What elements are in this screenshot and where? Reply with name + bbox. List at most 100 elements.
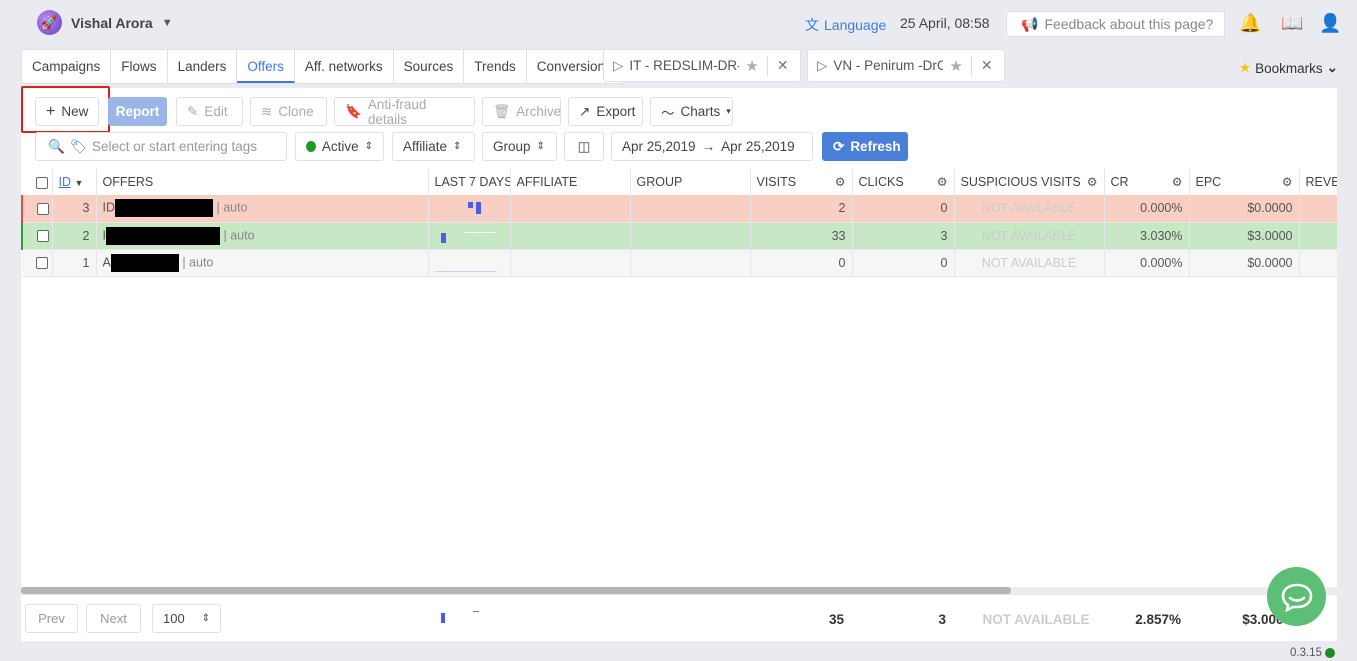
top-bar: 🚀 Vishal Arora ▼ 文 Language 25 April, 08… — [0, 0, 1357, 46]
play-icon: ▷ — [817, 57, 828, 73]
row-checkbox[interactable] — [37, 202, 49, 215]
edit-button[interactable]: ✎ Edit — [176, 97, 243, 126]
open-tab-label: IT - REDSLIM-DR-A — [629, 58, 740, 73]
row-affiliate — [510, 222, 631, 250]
arrow-right-icon: → — [701, 139, 716, 154]
col-revenue[interactable]: REVEN — [1299, 169, 1337, 195]
row-group — [630, 195, 751, 223]
affiliate-filter[interactable]: Affiliate ⇕ — [392, 132, 475, 161]
language-selector[interactable]: 文 Language — [805, 15, 886, 35]
row-checkbox[interactable] — [37, 230, 49, 243]
col-id[interactable]: ID ▼ — [52, 169, 97, 195]
row-affiliate — [510, 249, 631, 277]
prev-button[interactable]: Prev — [25, 604, 78, 633]
archive-label: Archive — [516, 104, 562, 119]
refresh-button[interactable]: ⟳ Refresh — [822, 132, 908, 161]
feedback-label: Feedback about this page? — [1044, 16, 1214, 32]
chevron-down-icon: ▾ — [726, 106, 731, 116]
gear-icon[interactable]: ⚙ — [1172, 175, 1183, 189]
row-clicks: 0 — [852, 249, 955, 277]
archive-button[interactable]: 🗑 Archive — [482, 97, 561, 126]
col-visits[interactable]: VISITS ⚙ — [750, 169, 853, 195]
table-row[interactable]: 2 I | auto 33 3 NOT AVAILABLE 3.030% $3.… — [21, 222, 1337, 250]
report-button[interactable]: Report — [108, 97, 167, 126]
group-label: Group — [493, 139, 531, 154]
row-visits: 0 — [750, 249, 853, 277]
row-offer-name[interactable]: I | auto — [96, 222, 429, 250]
row-checkbox[interactable] — [36, 257, 48, 270]
star-icon: ★ — [1239, 60, 1252, 75]
tab-offers[interactable]: Offers — [237, 50, 295, 83]
open-tab-it-redslim[interactable]: ▷ IT - REDSLIM-DR-A ★ ✕ — [603, 49, 801, 82]
table-row[interactable]: 1 A | auto 0 0 NOT AVAILABLE 0.000% $0.0… — [22, 249, 1337, 277]
columns-toggle[interactable]: ◫ — [564, 132, 604, 161]
col-epc[interactable]: EPC ⚙ — [1189, 169, 1300, 195]
row-id: 1 — [52, 249, 97, 277]
divider — [766, 55, 768, 76]
gear-icon[interactable]: ⚙ — [1087, 175, 1098, 189]
row-id: 3 — [52, 195, 97, 223]
gear-icon[interactable]: ⚙ — [835, 175, 846, 189]
search-icon: 🔍 — [48, 138, 65, 154]
row-revenue — [1299, 222, 1337, 250]
table-row[interactable]: 3 ID | auto 2 0 NOT AVAILABLE 0.000% $0.… — [21, 195, 1337, 223]
horizontal-scrollbar[interactable] — [21, 587, 1337, 594]
star-icon[interactable]: ★ — [745, 57, 758, 75]
close-icon[interactable]: ✕ — [777, 57, 789, 74]
redacted-block — [110, 253, 179, 272]
plus-icon: + — [46, 102, 56, 120]
tab-sources[interactable]: Sources — [394, 50, 465, 83]
col-offers[interactable]: OFFERS — [96, 169, 429, 195]
select-all-checkbox[interactable] — [36, 176, 48, 189]
tags-input[interactable]: 🔍 🏷 Select or start entering tags — [35, 132, 287, 161]
star-icon[interactable]: ★ — [949, 57, 962, 75]
row-visits: 2 — [750, 195, 853, 223]
col-suspicious[interactable]: SUSPICIOUS VISITS ⚙ — [954, 169, 1105, 195]
col-group[interactable]: GROUP — [630, 169, 751, 195]
bell-icon[interactable]: 🔔 — [1239, 13, 1261, 34]
pencil-icon: ✎ — [187, 103, 199, 119]
gear-icon[interactable]: ⚙ — [937, 175, 948, 189]
tab-campaigns[interactable]: Campaigns — [22, 50, 112, 83]
tab-landers[interactable]: Landers — [168, 50, 238, 83]
page-size-select[interactable]: 100 ⇕ — [152, 604, 221, 633]
tag-icon: 🏷 — [69, 138, 87, 154]
col-cr[interactable]: CR ⚙ — [1104, 169, 1190, 195]
row-group — [630, 222, 751, 250]
row-epc: $3.0000 — [1189, 222, 1300, 250]
gear-icon[interactable]: ⚙ — [1282, 175, 1293, 189]
user-menu[interactable]: 🚀 Vishal Arora ▼ — [37, 10, 173, 35]
charts-button[interactable]: 〜 Charts ▾ — [650, 97, 733, 126]
columns-icon: ◫ — [577, 138, 591, 154]
chevron-down-icon: ⌄ — [1326, 60, 1338, 75]
next-button[interactable]: Next — [86, 604, 141, 633]
open-tab-label: VN - Penirum -DrC — [833, 58, 944, 73]
language-label: Language — [824, 17, 887, 33]
close-icon[interactable]: ✕ — [981, 57, 993, 74]
bookmarks-menu[interactable]: ★ Bookmarks ⌄ — [1239, 60, 1338, 76]
group-filter[interactable]: Group ⇕ — [482, 132, 557, 161]
refresh-icon: ⟳ — [833, 138, 845, 154]
export-button[interactable]: ↗ Export — [568, 97, 643, 126]
row-offer-name[interactable]: A | auto — [96, 249, 429, 277]
redacted-block — [115, 199, 213, 218]
chat-button[interactable] — [1267, 567, 1326, 626]
date-range-picker[interactable]: Apr 25,2019 → Apr 25,2019 — [611, 132, 813, 161]
feedback-button[interactable]: 📢 Feedback about this page? — [1006, 11, 1225, 37]
col-clicks[interactable]: CLICKS ⚙ — [852, 169, 955, 195]
open-tab-vn-penirum[interactable]: ▷ VN - Penirum -DrC ★ ✕ — [807, 49, 1005, 82]
col-affiliate[interactable]: AFFILIATE — [510, 169, 631, 195]
tab-flows[interactable]: Flows — [111, 50, 168, 83]
scrollbar-thumb[interactable] — [21, 587, 1011, 594]
tab-aff-networks[interactable]: Aff. networks — [295, 50, 394, 83]
antifraud-button[interactable]: 🔖 Anti-fraud details — [334, 97, 475, 127]
tab-trends[interactable]: Trends — [464, 50, 527, 83]
new-button[interactable]: + New — [35, 97, 99, 126]
date-from: Apr 25,2019 — [622, 139, 696, 154]
status-filter[interactable]: Active ⇕ — [295, 132, 384, 161]
row-offer-name[interactable]: ID | auto — [96, 195, 429, 223]
user-icon[interactable]: 👤 — [1319, 13, 1341, 34]
clone-button[interactable]: ≋ Clone — [250, 97, 327, 126]
row-suspicious: NOT AVAILABLE — [954, 222, 1105, 250]
book-icon[interactable]: 📖 — [1281, 13, 1303, 34]
